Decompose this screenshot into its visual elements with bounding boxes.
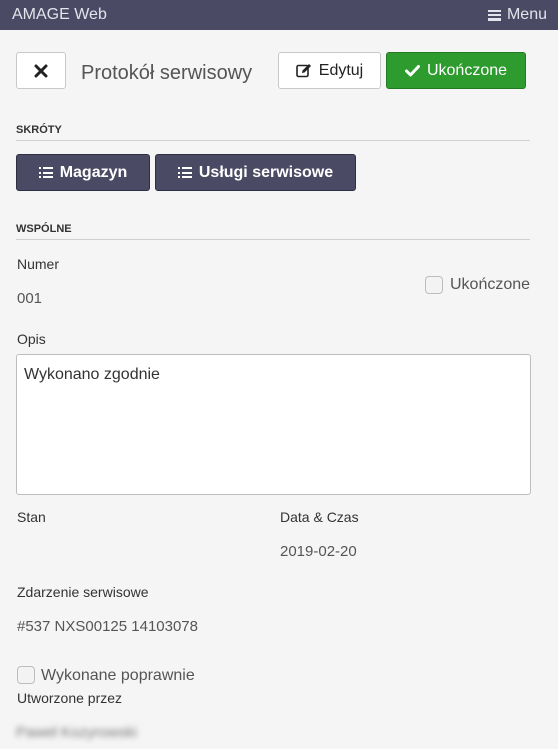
hamburger-icon <box>487 9 501 21</box>
top-navbar: AMAGE Web Menu <box>0 0 558 30</box>
done-correctly-label[interactable]: Wykonane poprawnie <box>41 667 195 685</box>
list-icon <box>177 167 192 178</box>
number-value: 001 <box>17 290 43 307</box>
description-label: Opis <box>17 331 46 347</box>
state-label: Stan <box>17 509 46 525</box>
service-event-label: Zdarzenie serwisowe <box>17 584 149 600</box>
app-brand[interactable]: AMAGE Web <box>12 6 107 24</box>
created-by-label: Utworzone przez <box>17 690 123 706</box>
datetime-value: 2019-02-20 <box>280 543 357 560</box>
edit-label: Edytuj <box>318 61 364 79</box>
shortcuts-heading: SKRÓTY <box>16 124 530 141</box>
page-title: Protokół serwisowy <box>81 62 253 84</box>
menu-label: Menu <box>506 6 547 23</box>
complete-button[interactable]: Ukończone <box>386 52 526 89</box>
list-icon <box>38 167 53 178</box>
services-label: Usługi serwisowe <box>198 163 334 181</box>
close-icon <box>34 64 48 77</box>
complete-label: Ukończone <box>426 61 508 79</box>
completed-checkbox-label[interactable]: Ukończone <box>450 276 530 294</box>
completed-checkbox[interactable] <box>425 276 443 294</box>
done-correctly-checkbox[interactable] <box>17 666 35 684</box>
datetime-label: Data & Czas <box>280 509 359 525</box>
close-button[interactable] <box>16 52 66 89</box>
edit-button[interactable]: Edytuj <box>278 52 381 89</box>
description-field[interactable]: Wykonano zgodnie <box>16 354 531 495</box>
created-by-value: Paweł Kozyrowski <box>16 724 137 741</box>
service-event-value[interactable]: #537 NXS00125 14103078 <box>17 618 198 635</box>
common-heading: WSPÓLNE <box>16 223 530 240</box>
warehouse-label: Magazyn <box>59 163 128 181</box>
checkmark-icon <box>404 64 420 76</box>
number-label: Numer <box>17 256 60 272</box>
menu-button[interactable]: Menu <box>487 6 547 24</box>
services-button[interactable]: Usługi serwisowe <box>155 154 356 191</box>
pencil-square-icon <box>295 64 311 78</box>
warehouse-button[interactable]: Magazyn <box>16 154 150 191</box>
